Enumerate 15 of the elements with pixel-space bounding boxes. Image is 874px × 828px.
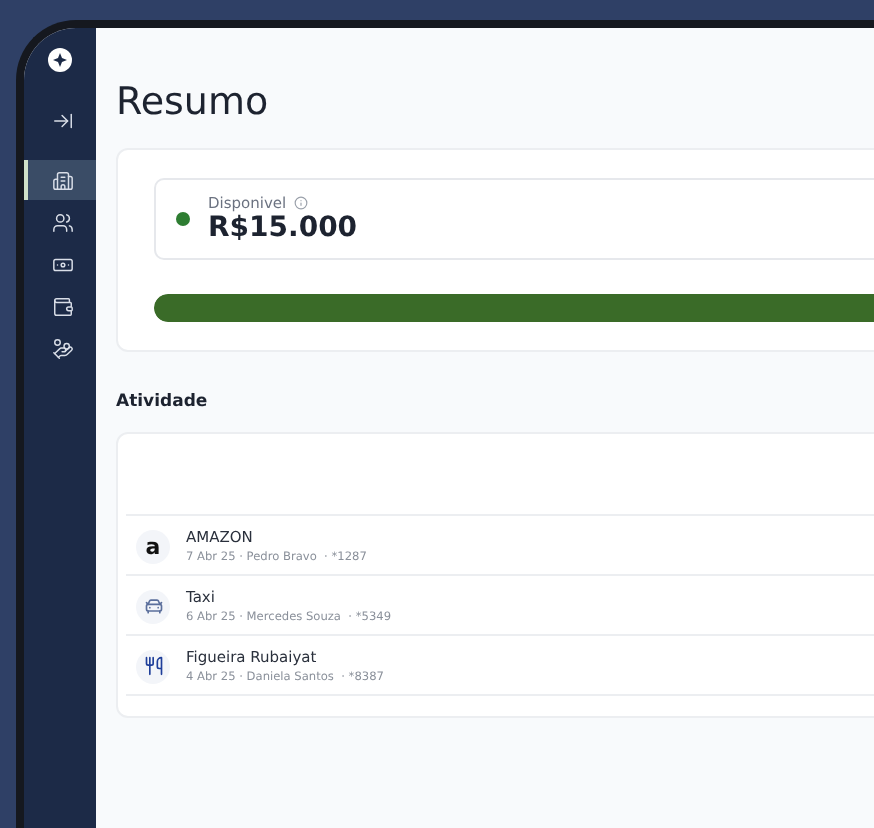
wallet-icon bbox=[51, 295, 73, 317]
section-title: Atividade bbox=[116, 392, 210, 412]
banknote-icon bbox=[51, 253, 73, 275]
users-icon bbox=[51, 211, 73, 233]
logo-icon bbox=[48, 48, 72, 72]
car-icon bbox=[136, 589, 170, 623]
utensils-icon bbox=[136, 649, 170, 683]
building-icon bbox=[51, 169, 73, 191]
collapse-icon bbox=[51, 109, 73, 131]
info-icon bbox=[294, 196, 309, 210]
hand-coins-icon bbox=[51, 337, 73, 359]
merchant-logo: a bbox=[136, 529, 170, 563]
page-title: Resumo bbox=[116, 80, 271, 124]
sidebar-item[interactable] bbox=[24, 160, 96, 200]
balance-amount: R$15.000 bbox=[208, 212, 358, 244]
